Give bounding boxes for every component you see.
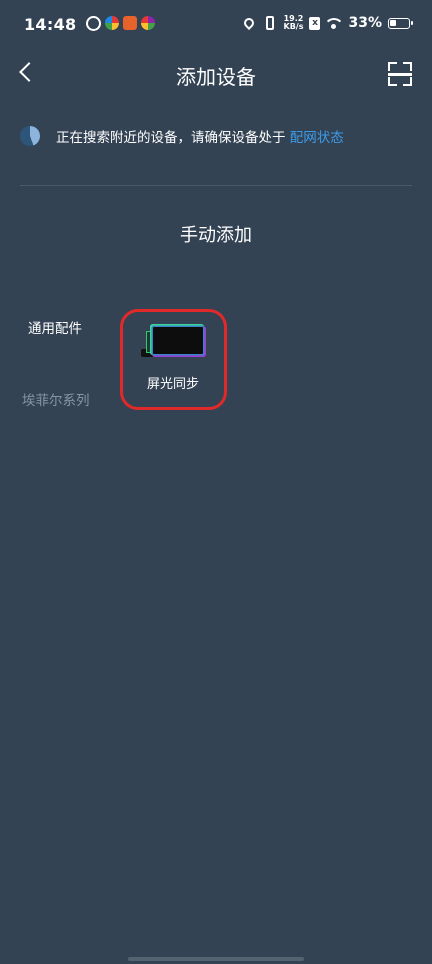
battery-percent: 33% (348, 15, 382, 31)
search-status-text: 正在搜索附近的设备，请确保设备处于 配网状态 (56, 126, 344, 146)
search-status: 正在搜索附近的设备，请确保设备处于 配网状态 (20, 124, 420, 148)
network-speed-unit: KB/s (283, 22, 304, 31)
header: 添加设备 (0, 50, 432, 98)
page-title: 添加设备 (176, 65, 256, 89)
notification-app-icon (141, 16, 155, 30)
manual-add-title: 手动添加 (180, 225, 252, 246)
battery-icon (388, 17, 413, 29)
wifi-icon (326, 16, 343, 30)
location-icon (241, 15, 256, 31)
notification-app-icon (105, 16, 119, 30)
pairing-mode-link[interactable]: 配网状态 (290, 130, 344, 146)
notification-app-icon (123, 16, 137, 30)
loading-spinner-icon (20, 126, 40, 146)
monitor-device-icon (141, 325, 205, 359)
search-status-message: 正在搜索附近的设备，请确保设备处于 (56, 130, 290, 146)
device-card-screen-sync[interactable]: 屏光同步 (120, 309, 227, 410)
category-general-accessories[interactable]: 通用配件 (28, 317, 82, 337)
scan-icon[interactable] (388, 62, 412, 86)
home-indicator[interactable] (128, 957, 304, 961)
status-time: 14:48 (24, 15, 77, 34)
system-icons: 19.2 KB/s x 33% (241, 15, 413, 31)
divider (20, 185, 412, 186)
status-bar: 14:48 19.2 KB/s x 33% (0, 0, 432, 50)
device-label: 屏光同步 (146, 377, 199, 392)
vibrate-icon (262, 16, 278, 30)
notification-icons (86, 16, 155, 31)
network-speed: 19.2 KB/s (284, 15, 304, 31)
notification-app-icon (86, 16, 101, 31)
no-sim-icon: x (309, 16, 321, 30)
category-eiffel-series[interactable]: 埃菲尔系列 (22, 389, 90, 409)
